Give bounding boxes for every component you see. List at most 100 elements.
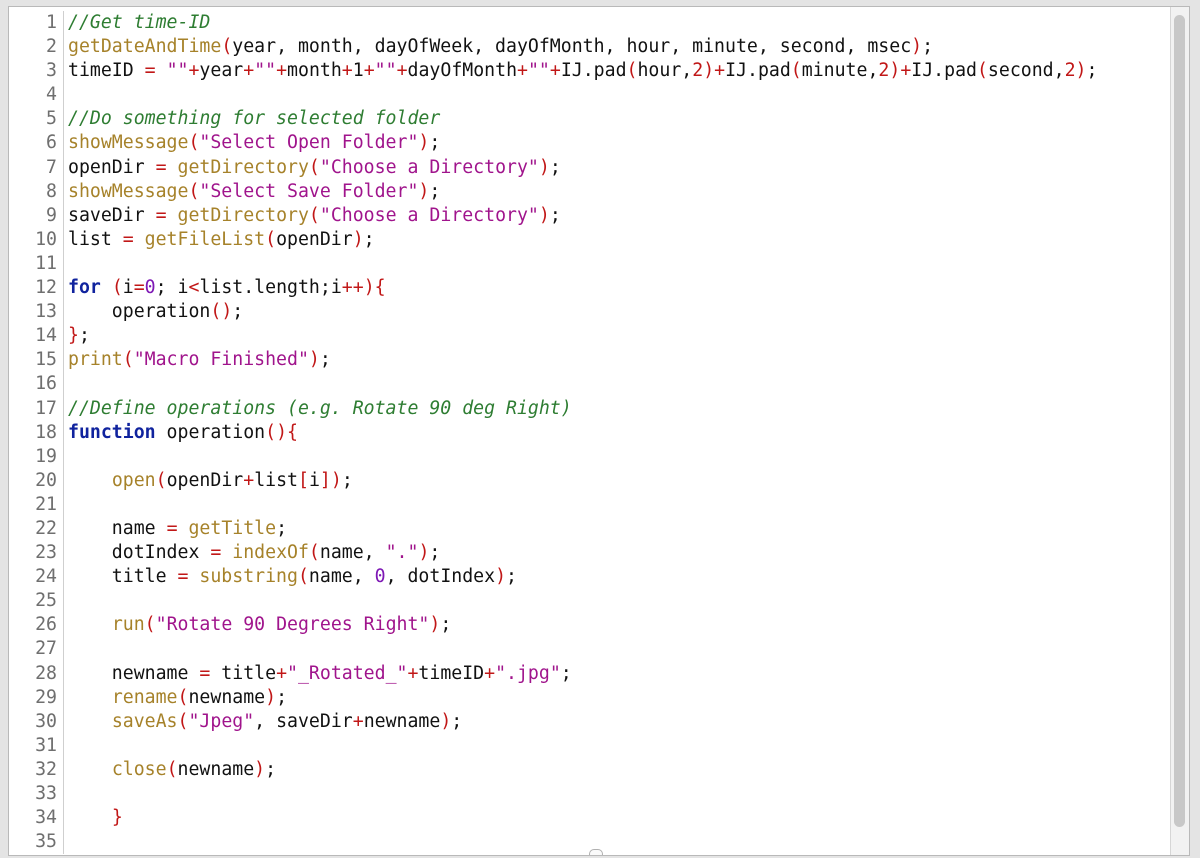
code-token: for: [68, 277, 101, 299]
code-line[interactable]: 26 run("Rotate 90 Degrees Right");: [9, 613, 1169, 638]
code-line[interactable]: 25: [9, 589, 1169, 614]
code-line[interactable]: 4: [9, 83, 1169, 108]
code-text[interactable]: close(newname);: [68, 758, 1169, 782]
code-line[interactable]: 8 showMessage("Select Save Folder");: [9, 179, 1169, 204]
code-line[interactable]: 30 saveAs("Jpeg", saveDir+newname);: [9, 709, 1169, 734]
code-text[interactable]: rename(newname);: [68, 686, 1169, 710]
code-text[interactable]: getDateAndTime(year, month, dayOfWeek, d…: [68, 35, 1169, 59]
code-text[interactable]: [68, 782, 1169, 806]
code-line[interactable]: 32 close(newname);: [9, 757, 1169, 782]
code-text[interactable]: [68, 372, 1169, 396]
code-text[interactable]: saveDir = getDirectory("Choose a Directo…: [68, 204, 1169, 228]
code-line[interactable]: 6 showMessage("Select Open Folder");: [9, 131, 1169, 156]
code-text[interactable]: for (i=0; i<list.length;i++){: [68, 276, 1169, 300]
code-token: +: [243, 60, 255, 82]
line-number: 27: [35, 638, 57, 660]
code-line[interactable]: 5 //Do something for selected folder: [9, 107, 1169, 132]
code-token: =: [177, 566, 189, 588]
code-line[interactable]: 21: [9, 492, 1169, 517]
code-line[interactable]: 24 title = substring(name, 0, dotIndex);: [9, 565, 1169, 590]
code-token: ".": [385, 542, 419, 564]
code-line[interactable]: 33: [9, 782, 1169, 807]
code-line[interactable]: 27: [9, 637, 1169, 662]
code-text[interactable]: [68, 830, 1169, 854]
code-line[interactable]: 13 operation();: [9, 300, 1169, 325]
code-text[interactable]: open(openDir+list[i]);: [68, 469, 1169, 493]
code-text[interactable]: dotIndex = indexOf(name, ".");: [68, 541, 1169, 565]
code-line[interactable]: 9 saveDir = getDirectory("Choose a Direct…: [9, 203, 1169, 228]
code-line[interactable]: 28 newname = title+"_Rotated_"+timeID+".…: [9, 661, 1169, 686]
code-text[interactable]: saveAs("Jpeg", saveDir+newname);: [68, 710, 1169, 734]
code-line[interactable]: 18 function operation(){: [9, 420, 1169, 445]
code-token: 2: [878, 60, 890, 82]
code-text[interactable]: //Define operations (e.g. Rotate 90 deg …: [68, 397, 1169, 421]
code-text[interactable]: [68, 83, 1169, 107]
code-line[interactable]: 16: [9, 372, 1169, 397]
line-number: 17: [35, 397, 57, 419]
code-token: ;: [429, 132, 441, 154]
code-token: ): [221, 301, 233, 323]
code-token: operation: [68, 301, 211, 323]
code-text[interactable]: }: [68, 806, 1169, 830]
code-text[interactable]: [68, 637, 1169, 661]
gutter-divider: [63, 227, 64, 252]
line-number: 29: [35, 686, 57, 708]
resize-grip-icon[interactable]: [589, 849, 603, 855]
code-line[interactable]: 34 }: [9, 806, 1169, 831]
code-text[interactable]: name = getTitle;: [68, 517, 1169, 541]
code-text[interactable]: run("Rotate 90 Degrees Right");: [68, 613, 1169, 637]
code-line[interactable]: 19: [9, 444, 1169, 469]
code-token: (: [221, 36, 233, 58]
code-text[interactable]: operation();: [68, 300, 1169, 324]
code-line[interactable]: 12 for (i=0; i<list.length;i++){: [9, 276, 1169, 301]
code-token: 2: [1064, 60, 1076, 82]
code-line[interactable]: 14};: [9, 324, 1169, 349]
code-text[interactable]: [68, 252, 1169, 276]
code-line[interactable]: 22 name = getTitle;: [9, 516, 1169, 542]
code-line[interactable]: 11: [9, 251, 1169, 277]
code-line[interactable]: 3 timeID = ""+year+""+month+1+""+dayOfMon…: [9, 59, 1169, 84]
code-text[interactable]: function operation(){: [68, 421, 1169, 445]
code-line[interactable]: 29 rename(newname);: [9, 685, 1169, 710]
code-text[interactable]: [68, 734, 1169, 758]
code-line[interactable]: 10 list = getFileList(openDir);: [9, 227, 1169, 252]
code-text[interactable]: //Do something for selected folder: [68, 107, 1169, 131]
scrollbar-thumb[interactable]: [1174, 15, 1185, 827]
code-text[interactable]: newname = title+"_Rotated_"+timeID+".jpg…: [68, 662, 1169, 686]
code-line[interactable]: 20 open(openDir+list[i]);: [9, 468, 1169, 493]
code-line[interactable]: 7 openDir = getDirectory("Choose a Direct…: [9, 155, 1169, 180]
code-line[interactable]: 15 print("Macro Finished");: [9, 348, 1169, 373]
code-text[interactable]: title = substring(name, 0, dotIndex);: [68, 565, 1169, 589]
code-token: +: [363, 60, 375, 82]
code-token: function: [68, 421, 156, 443]
code-line[interactable]: 17 //Define operations (e.g. Rotate 90 de…: [9, 396, 1169, 421]
code-token: //Get time-ID: [68, 12, 211, 33]
code-text[interactable]: list = getFileList(openDir);: [68, 228, 1169, 252]
code-text[interactable]: timeID = ""+year+""+month+1+""+dayOfMont…: [68, 59, 1169, 83]
code-text[interactable]: };: [68, 324, 1169, 348]
code-token: IJ.pad: [911, 60, 977, 82]
code-text[interactable]: //Get time-ID: [68, 11, 1169, 35]
code-token: ".jpg": [495, 662, 561, 684]
code-text[interactable]: showMessage("Select Save Folder");: [68, 180, 1169, 204]
code-line[interactable]: 31: [9, 733, 1169, 758]
code-token: ): [429, 614, 441, 636]
code-text[interactable]: [68, 493, 1169, 517]
code-line[interactable]: 1 //Get time-ID: [9, 11, 1169, 36]
code-text[interactable]: showMessage("Select Open Folder");: [68, 131, 1169, 155]
code-text[interactable]: print("Macro Finished");: [68, 348, 1169, 372]
code-text[interactable]: [68, 445, 1169, 469]
code-token: (: [790, 60, 802, 82]
vertical-scrollbar[interactable]: [1170, 7, 1189, 855]
code-token: title: [210, 662, 277, 684]
code-text[interactable]: [68, 589, 1169, 613]
code-text[interactable]: openDir = getDirectory("Choose a Directo…: [68, 156, 1169, 180]
line-number: 9: [46, 204, 57, 226]
code-token: }: [68, 325, 79, 347]
code-line[interactable]: 2 getDateAndTime(year, month, dayOfWeek, …: [9, 35, 1169, 60]
code-line[interactable]: 23 dotIndex = indexOf(name, ".");: [9, 541, 1169, 566]
code-lines[interactable]: 1//Get time-ID 2 getDateAndTime(year, mont…: [9, 11, 1169, 855]
